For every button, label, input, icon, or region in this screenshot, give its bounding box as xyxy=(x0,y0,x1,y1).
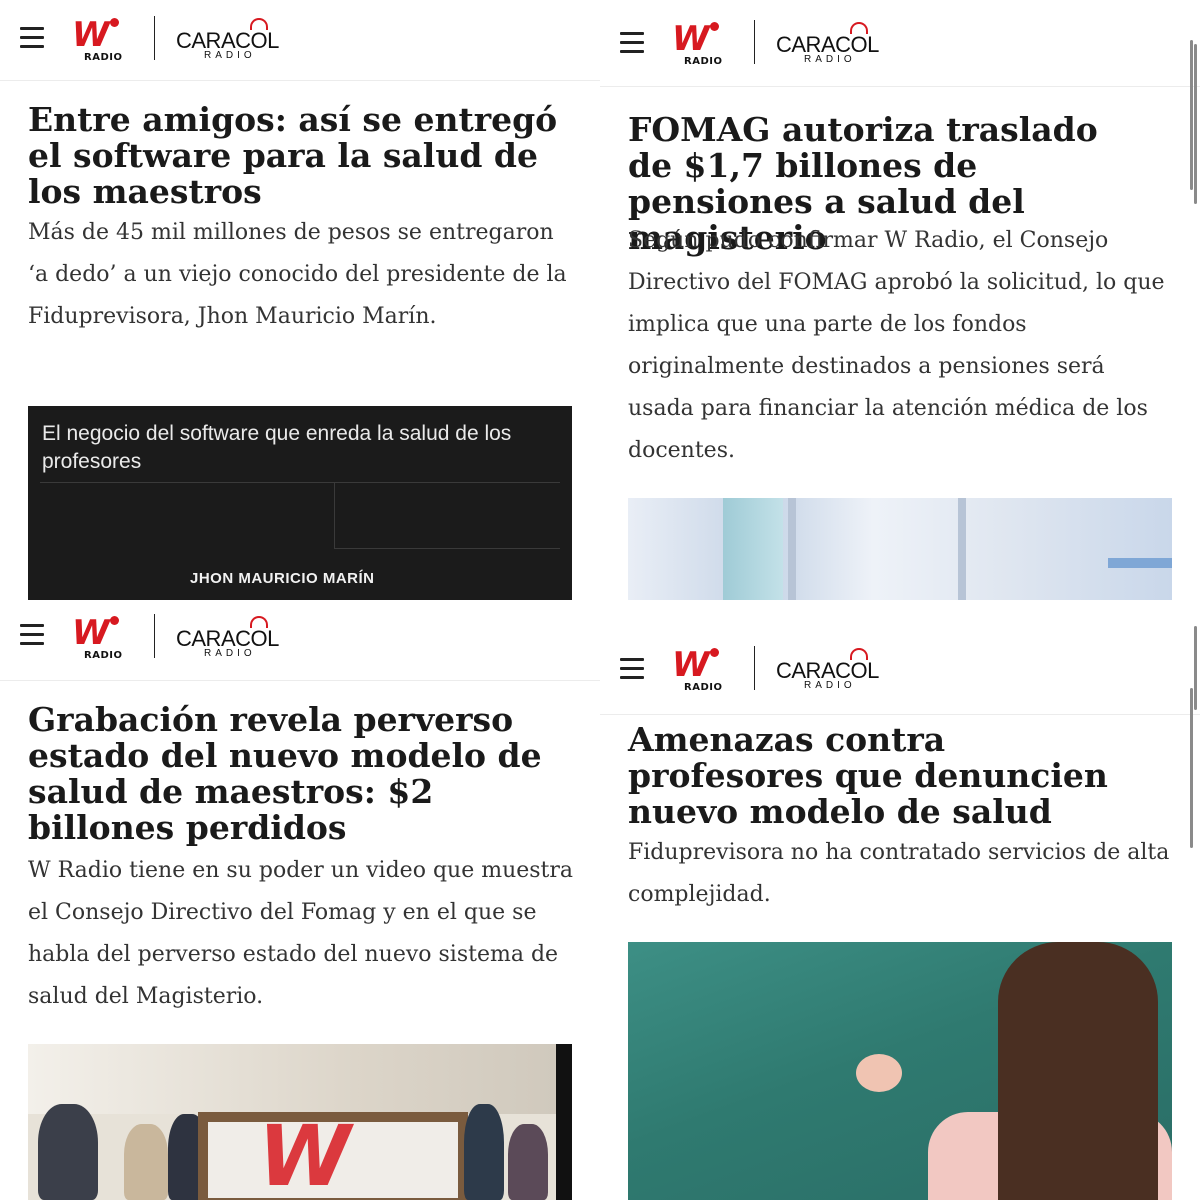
article-screen-3: W RADIO CARACOL RADIO Grabación revela p… xyxy=(0,600,600,1200)
w-radio-logo[interactable]: W RADIO xyxy=(670,18,730,68)
article-summary: Según pudo confirmar W Radio, el Consejo… xyxy=(628,228,1165,463)
scrollbar-left-edge[interactable] xyxy=(1194,626,1197,710)
article-headline[interactable]: Grabación revela perverso estado del nue… xyxy=(28,702,558,846)
scrollbar[interactable] xyxy=(1190,40,1193,190)
article-video[interactable]: W xyxy=(28,1044,572,1200)
scrollbar-left-edge[interactable] xyxy=(1194,44,1197,204)
article-video[interactable]: El negocio del software que enreda la sa… xyxy=(28,406,572,600)
video-caption: JHON MAURICIO MARÍN xyxy=(190,570,375,587)
menu-icon[interactable] xyxy=(620,658,644,680)
menu-icon[interactable] xyxy=(20,624,44,646)
logo-divider xyxy=(754,20,755,64)
scrollbar[interactable] xyxy=(1190,688,1193,848)
w-watermark-icon: W xyxy=(258,1107,351,1200)
site-header: W RADIO CARACOL RADIO xyxy=(600,6,1200,87)
site-header: W RADIO CARACOL RADIO xyxy=(0,0,600,81)
logo-divider xyxy=(154,16,155,60)
menu-icon[interactable] xyxy=(20,27,44,49)
article-headline[interactable]: Amenazas contra profesores que denuncien… xyxy=(628,722,1148,830)
caracol-radio-logo[interactable]: CARACOL RADIO xyxy=(176,616,286,660)
article-screen-2: W RADIO CARACOL RADIO FOMAG autoriza tra… xyxy=(600,0,1200,600)
w-radio-logo[interactable]: W RADIO xyxy=(670,644,730,694)
caracol-radio-logo[interactable]: CARACOL RADIO xyxy=(776,22,886,66)
article-summary: W Radio tiene en su poder un video que m… xyxy=(28,858,574,1009)
logo-divider xyxy=(754,646,755,690)
w-radio-logo[interactable]: W RADIO xyxy=(70,14,130,64)
article-screen-4: W RADIO CARACOL RADIO Amenazas contra pr… xyxy=(600,600,1200,1200)
article-summary: Fiduprevisora no ha contratado servicios… xyxy=(628,840,1170,907)
menu-icon[interactable] xyxy=(620,32,644,54)
site-header: W RADIO CARACOL RADIO xyxy=(0,600,600,681)
w-radio-logo[interactable]: W RADIO xyxy=(70,612,130,662)
article-headline[interactable]: Entre amigos: así se entregó el software… xyxy=(28,102,573,210)
article-image[interactable] xyxy=(628,498,1172,600)
video-title: El negocio del software que enreda la sa… xyxy=(42,422,512,473)
caracol-radio-logo[interactable]: CARACOL RADIO xyxy=(776,648,886,692)
article-image[interactable] xyxy=(628,942,1172,1200)
logo-divider xyxy=(154,614,155,658)
caracol-radio-logo[interactable]: CARACOL RADIO xyxy=(176,18,286,62)
article-screen-1: W RADIO CARACOL RADIO Entre amigos: así … xyxy=(0,0,600,600)
site-header: W RADIO CARACOL RADIO xyxy=(600,628,1200,715)
article-summary: Más de 45 mil millones de pesos se entre… xyxy=(28,220,567,329)
